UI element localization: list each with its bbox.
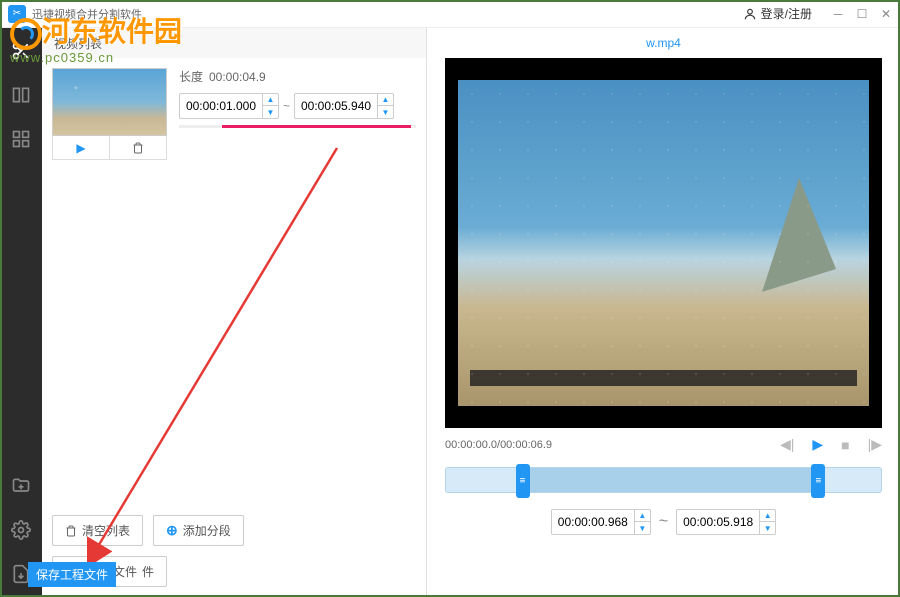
video-list-header: 视频列表 <box>42 28 426 58</box>
login-register-link[interactable]: 登录/注册 <box>743 5 812 22</box>
scissors-icon <box>11 41 31 61</box>
left-panel: 视频列表 ▶ 长度 00:00:04.9 <box>42 28 427 597</box>
sidebar-split-tool[interactable] <box>8 82 34 108</box>
minimize-button[interactable]: ─ <box>832 8 844 20</box>
trash-icon <box>65 525 77 537</box>
chevron-down-icon[interactable]: ▼ <box>263 106 278 118</box>
range-end-input[interactable]: ▲▼ <box>676 509 776 535</box>
maximize-button[interactable]: ☐ <box>856 8 868 20</box>
stop-button[interactable]: ■ <box>841 437 849 453</box>
chevron-down-icon[interactable]: ▼ <box>760 522 775 534</box>
columns-icon <box>11 85 31 105</box>
preview-taskbar <box>470 370 856 386</box>
playback-time: 00:00:00.0/00:00:06.9 <box>445 439 552 451</box>
preview-filename: w.mp4 <box>427 28 900 58</box>
folder-plus-icon <box>11 476 31 496</box>
video-list: ▶ 长度 00:00:04.9 ▲▼ <box>42 58 426 505</box>
plus-icon: ⊕ <box>166 522 178 539</box>
range-start-input[interactable]: ▲▼ <box>551 509 651 535</box>
sidebar <box>0 28 42 597</box>
chevron-down-icon[interactable]: ▼ <box>378 106 393 118</box>
sidebar-settings[interactable] <box>8 517 34 543</box>
duration-label: 长度 <box>179 68 209 85</box>
item-start-time-input[interactable]: ▲▼ <box>179 93 279 119</box>
titlebar: ✂ 迅捷视频合并分割软件 登录/注册 ─ ☐ ✕ <box>0 0 900 28</box>
timeline-slider[interactable] <box>445 467 882 493</box>
sidebar-cut-tool[interactable] <box>8 38 34 64</box>
grid-icon <box>11 129 31 149</box>
trash-icon <box>132 142 144 154</box>
add-segment-button[interactable]: ⊕ 添加分段 <box>153 515 244 546</box>
prev-frame-button[interactable]: ◀| <box>780 436 794 453</box>
chevron-up-icon[interactable]: ▲ <box>635 510 650 522</box>
right-panel: w.mp4 00:00:00.0/00:00:06.9 ◀| ▶ ■ |▶ <box>427 28 900 597</box>
settings-icon <box>11 520 31 540</box>
video-thumbnail[interactable] <box>52 68 167 136</box>
video-list-item: ▶ 长度 00:00:04.9 ▲▼ <box>52 68 416 160</box>
sidebar-grid-tool[interactable] <box>8 126 34 152</box>
chevron-up-icon[interactable]: ▲ <box>378 94 393 106</box>
thumb-delete-button[interactable] <box>110 136 166 159</box>
timeline-end-handle[interactable] <box>811 464 825 498</box>
item-end-time-input[interactable]: ▲▼ <box>294 93 394 119</box>
thumb-play-button[interactable]: ▶ <box>53 136 110 159</box>
preview-frame <box>458 80 869 406</box>
play-button[interactable]: ▶ <box>812 436 823 453</box>
video-preview[interactable] <box>445 58 882 428</box>
next-frame-button[interactable]: |▶ <box>868 436 882 453</box>
close-button[interactable]: ✕ <box>880 8 892 20</box>
chevron-up-icon[interactable]: ▲ <box>760 510 775 522</box>
chevron-up-icon[interactable]: ▲ <box>263 94 278 106</box>
timeline-start-handle[interactable] <box>516 464 530 498</box>
app-logo-icon: ✂ <box>8 5 26 23</box>
app-title: 迅捷视频合并分割软件 <box>32 6 142 22</box>
item-range-bar <box>179 125 416 128</box>
clear-list-button[interactable]: 清空列表 <box>52 515 143 546</box>
duration-value: 00:00:04.9 <box>209 70 266 84</box>
sidebar-add-folder[interactable] <box>8 473 34 499</box>
chevron-down-icon[interactable]: ▼ <box>635 522 650 534</box>
save-project-tooltip: 保存工程文件 <box>28 562 116 587</box>
user-icon <box>743 7 757 21</box>
window-controls: ─ ☐ ✕ <box>832 8 892 20</box>
